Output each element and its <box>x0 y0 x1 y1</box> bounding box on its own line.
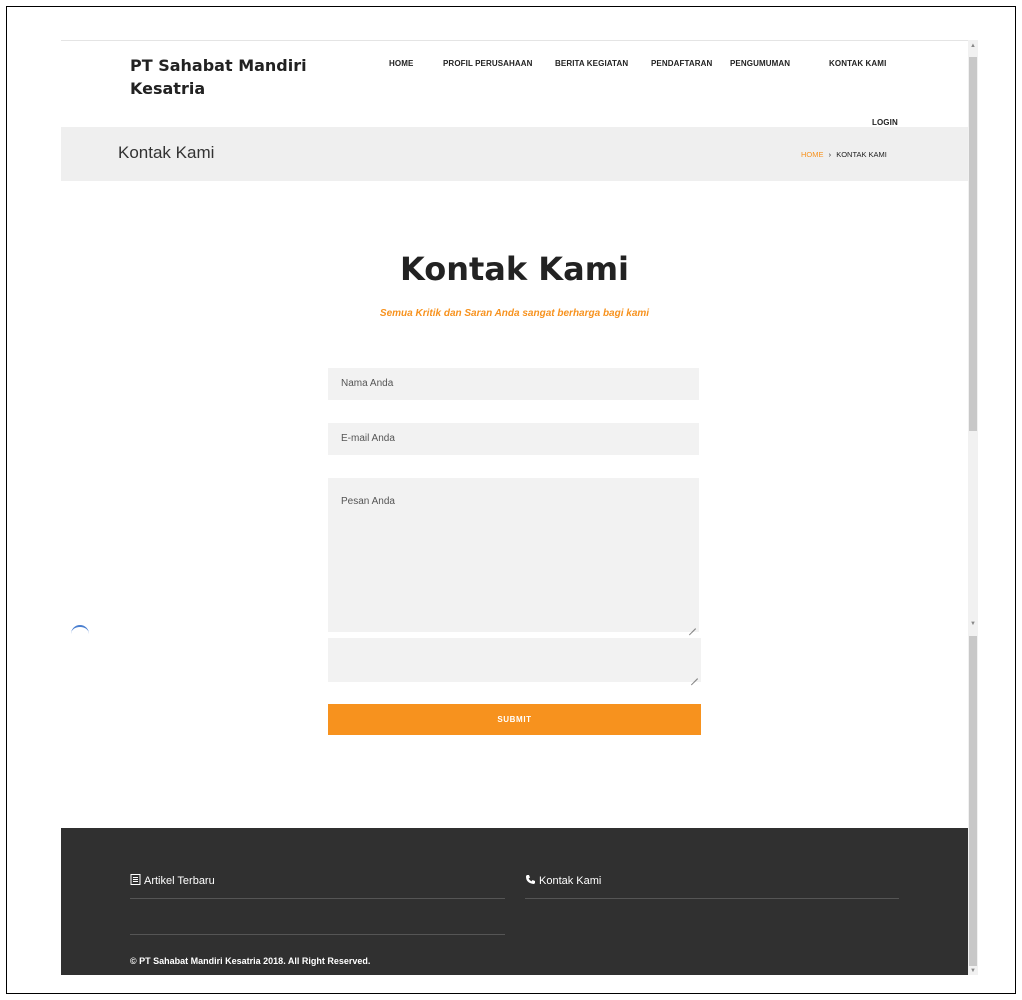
page-scrollbar[interactable]: ▼ <box>968 632 978 975</box>
footer-articles-label: Artikel Terbaru <box>144 875 215 887</box>
breadcrumb-current: KONTAK KAMI <box>836 150 887 159</box>
footer-contact-label: Kontak Kami <box>539 875 602 887</box>
email-field[interactable]: E-mail Anda <box>328 423 699 455</box>
copyright-text: © PT Sahabat Mandiri Kesatria 2018. All … <box>130 956 371 966</box>
loading-spinner-icon <box>71 625 89 643</box>
nav-pengumuman[interactable]: PENGUMUMAN <box>730 59 790 68</box>
scroll-down-arrow-icon[interactable]: ▼ <box>969 620 977 628</box>
page-title: Kontak Kami <box>118 143 215 162</box>
page-title-bar: Kontak Kami HOME › KONTAK KAMI <box>61 127 968 181</box>
footer-divider <box>130 934 505 935</box>
nav-login[interactable]: LOGIN <box>872 118 898 127</box>
breadcrumb: HOME › KONTAK KAMI <box>801 150 887 159</box>
nav-profil-perusahaan[interactable]: PROFIL PERUSAHAAN <box>443 59 533 68</box>
breadcrumb-home-link[interactable]: HOME <box>801 150 824 159</box>
contact-subtitle: Semua Kritik dan Saran Anda sangat berha… <box>379 308 650 319</box>
page: PT Sahabat Mandiri Kesatria HOME PROFIL … <box>61 40 968 975</box>
footer-articles-title: Artikel Terbaru <box>130 874 215 887</box>
main-nav: HOME PROFIL PERUSAHAAN BERITA KEGIATAN P… <box>61 59 968 73</box>
nav-home[interactable]: HOME <box>389 59 413 68</box>
extra-textarea[interactable] <box>328 638 701 682</box>
resize-handle-icon[interactable] <box>689 622 696 629</box>
nav-pendaftaran[interactable]: PENDAFTARAN <box>651 59 712 68</box>
submit-button[interactable]: SUBMIT <box>328 704 701 735</box>
breadcrumb-separator: › <box>828 150 832 159</box>
inner-scrollbar[interactable]: ▲ ▼ <box>968 40 978 632</box>
footer-divider <box>130 898 505 899</box>
resize-handle-icon[interactable] <box>691 672 698 679</box>
nav-kontak-kami[interactable]: KONTAK KAMI <box>829 59 886 68</box>
header-top-border <box>61 40 968 41</box>
message-placeholder: Pesan Anda <box>341 496 395 507</box>
footer: Artikel Terbaru Kontak Kami © PT Sahabat… <box>61 828 968 975</box>
scroll-up-arrow-icon[interactable]: ▲ <box>969 42 977 50</box>
phone-icon <box>526 875 535 884</box>
inner-scrollbar-thumb[interactable] <box>969 57 977 431</box>
footer-contact-title: Kontak Kami <box>525 874 601 887</box>
name-field[interactable]: Nama Anda <box>328 368 699 400</box>
document-icon <box>130 874 141 885</box>
scroll-down-arrow-icon[interactable]: ▼ <box>969 967 977 975</box>
footer-divider <box>525 898 899 899</box>
message-field[interactable]: Pesan Anda <box>328 478 699 632</box>
page-scrollbar-thumb[interactable] <box>969 636 977 966</box>
contact-heading: Kontak Kami <box>399 250 629 288</box>
nav-berita-kegiatan[interactable]: BERITA KEGIATAN <box>555 59 628 68</box>
